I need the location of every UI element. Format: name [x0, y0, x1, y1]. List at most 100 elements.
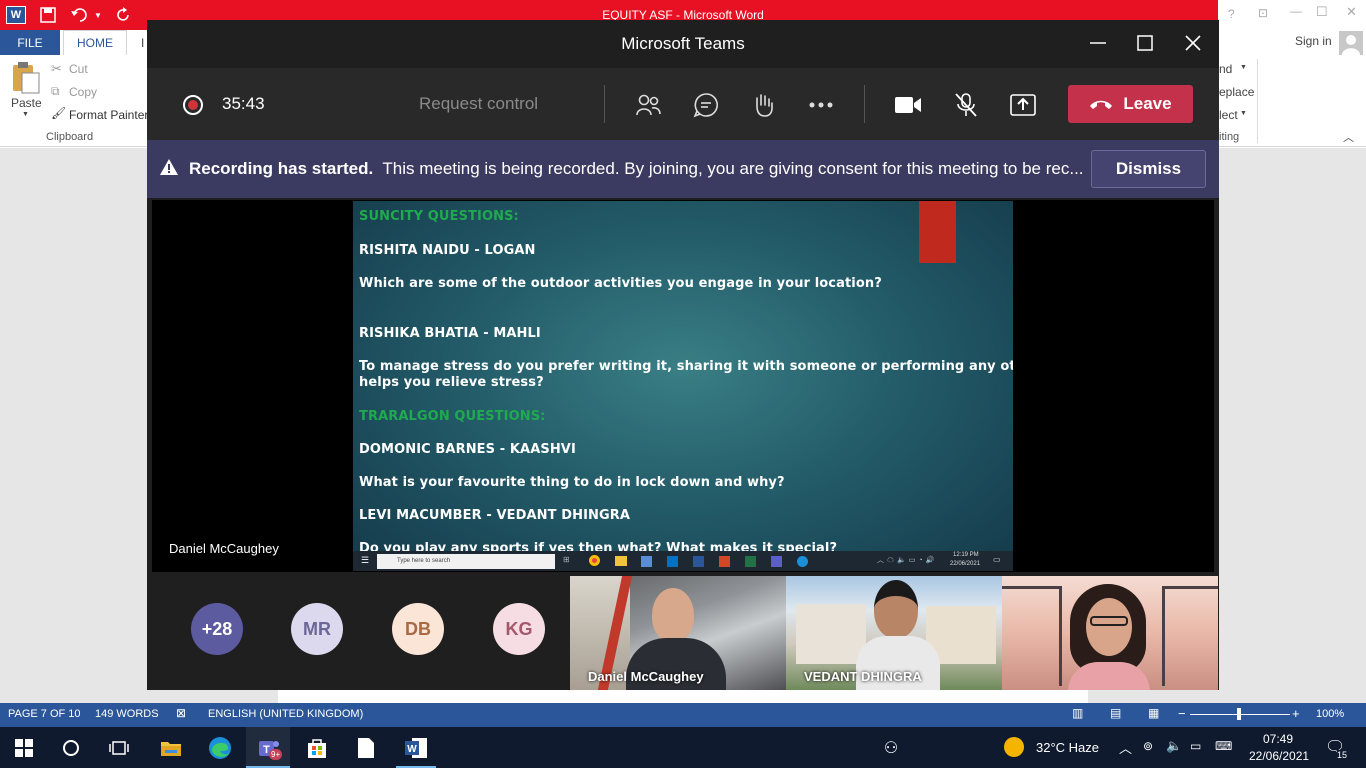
ribbon-display-icon[interactable]: ⊡	[1258, 6, 1268, 20]
shared-text-line: helps you relieve stress?	[359, 375, 544, 390]
proofing-icon[interactable]: ⊠	[176, 706, 186, 720]
page-count[interactable]: PAGE 7 OF 10	[8, 708, 81, 720]
word-taskbar-icon[interactable]: W	[403, 735, 429, 761]
format-painter-button[interactable]: Format Painter	[69, 108, 148, 122]
select-button[interactable]: lect	[1219, 108, 1238, 122]
paste-icon[interactable]	[10, 61, 42, 95]
clock-date[interactable]: 22/06/2021	[1249, 749, 1309, 763]
tab-file[interactable]: FILE	[0, 30, 60, 55]
battery-icon[interactable]: ▭	[1190, 739, 1201, 753]
action-center-icon[interactable]: 🗨	[1325, 737, 1345, 757]
document-icon[interactable]	[353, 735, 379, 761]
shared-text-line: Which are some of the outdoor activities…	[359, 276, 882, 291]
participants-icon[interactable]	[633, 90, 663, 120]
meet-now-icon[interactable]: ⊚	[1143, 739, 1153, 753]
minimize-icon[interactable]: —	[1290, 4, 1302, 18]
tab-home[interactable]: HOME	[63, 30, 127, 55]
recording-icon	[183, 95, 203, 115]
replace-button[interactable]: eplace	[1219, 85, 1254, 99]
print-layout-icon[interactable]: ▤	[1110, 706, 1121, 720]
find-dropdown-icon[interactable]: ▼	[1240, 64, 1247, 71]
edge-icon[interactable]	[207, 735, 233, 761]
teams-minimize-icon[interactable]	[1089, 34, 1107, 52]
teams-close-icon[interactable]	[1184, 34, 1202, 52]
participant-body	[1068, 662, 1150, 690]
user-avatar-icon[interactable]	[1339, 31, 1363, 55]
paste-dropdown-icon[interactable]: ▼	[22, 111, 29, 118]
presenter-name: Daniel McCaughey	[169, 541, 279, 556]
chat-icon[interactable]	[691, 90, 721, 120]
shared-start-icon: ☰	[361, 555, 370, 565]
task-view-icon[interactable]	[106, 735, 132, 761]
zoom-level[interactable]: 100%	[1316, 708, 1344, 720]
zoom-slider-thumb[interactable]	[1237, 708, 1241, 720]
file-explorer-icon[interactable]	[158, 735, 184, 761]
find-button[interactable]: nd	[1219, 62, 1232, 76]
svg-text:W: W	[407, 744, 417, 755]
close-icon[interactable]: ✕	[1346, 4, 1357, 20]
cut-icon[interactable]: ✂	[51, 61, 62, 77]
teams-maximize-icon[interactable]	[1137, 35, 1153, 51]
sign-in-link[interactable]: Sign in	[1295, 34, 1332, 48]
more-options-icon[interactable]	[806, 90, 836, 120]
shared-excel-icon	[745, 556, 756, 567]
shared-taskbar: ☰ Type here to search ⊞ ︿☁🔈▭◔🔊 12:19 PM …	[353, 551, 1013, 571]
participant-avatar[interactable]: KG	[493, 603, 545, 655]
read-mode-icon[interactable]: ▥	[1072, 706, 1083, 720]
raise-hand-icon[interactable]	[749, 90, 779, 120]
video-tile-vedant[interactable]: VEDANT DHINGRA	[786, 576, 1002, 690]
overflow-participants-button[interactable]: +28	[191, 603, 243, 655]
dismiss-button[interactable]: Dismiss	[1091, 150, 1206, 188]
video-background-building	[796, 604, 866, 664]
share-screen-icon[interactable]	[1008, 90, 1038, 120]
shared-screen[interactable]: SUNCITY QUESTIONS: RISHITA NAIDU - LOGAN W…	[353, 201, 1013, 571]
notification-count: 15	[1337, 750, 1348, 760]
mic-muted-icon[interactable]	[951, 90, 981, 120]
teams-active-bg	[246, 727, 290, 766]
language-indicator[interactable]: ENGLISH (UNITED KINGDOM)	[208, 708, 363, 720]
weather-icon[interactable]	[1004, 737, 1024, 757]
participant-head	[1086, 598, 1132, 656]
zoom-in-button[interactable]: +	[1292, 706, 1300, 721]
help-icon[interactable]: ?	[1228, 7, 1235, 21]
participant-avatar[interactable]: MR	[291, 603, 343, 655]
search-button[interactable]	[58, 735, 84, 761]
tab-insert-partial[interactable]: I	[141, 36, 144, 50]
shared-text-line: TRARALGON QUESTIONS:	[359, 409, 546, 424]
participant-head	[874, 580, 918, 638]
copy-icon[interactable]: ⧉	[51, 84, 60, 99]
recording-message-title: Recording has started.	[189, 159, 374, 178]
camera-icon[interactable]	[893, 90, 923, 120]
weather-text[interactable]: 32°C Haze	[1036, 740, 1099, 755]
web-layout-icon[interactable]: ▦	[1148, 706, 1159, 720]
video-tile-name: VEDANT DHINGRA	[804, 669, 922, 684]
select-dropdown-icon[interactable]: ▼	[1240, 110, 1247, 117]
cut-button[interactable]: Cut	[69, 62, 88, 76]
format-painter-icon[interactable]: 🖌	[51, 106, 66, 120]
leave-button[interactable]: Leave	[1068, 85, 1193, 123]
keyboard-icon[interactable]: ⌨	[1215, 739, 1232, 753]
shared-tray-icons: ︿☁🔈▭◔🔊	[877, 557, 938, 564]
clock-time[interactable]: 07:49	[1263, 732, 1293, 746]
teams-window-title: Microsoft Teams	[621, 34, 745, 53]
word-window-controls-area: ? ⊡ — ☐ ✕	[1218, 0, 1366, 30]
word-count[interactable]: 149 WORDS	[95, 708, 159, 720]
copy-button[interactable]: Copy	[69, 85, 97, 99]
start-button[interactable]	[11, 735, 37, 761]
people-icon[interactable]: ⚇	[878, 735, 904, 761]
clipboard-group-label: Clipboard	[46, 131, 94, 143]
store-icon[interactable]	[304, 735, 330, 761]
shared-search-box: Type here to search	[377, 554, 555, 569]
show-hidden-icons[interactable]: ︿	[1119, 738, 1132, 757]
zoom-out-button[interactable]: −	[1178, 706, 1186, 721]
maximize-icon[interactable]: ☐	[1316, 4, 1328, 20]
paste-button[interactable]: Paste	[11, 96, 42, 110]
collapse-ribbon-icon[interactable]: ︿	[1343, 129, 1354, 145]
shared-outlook-icon	[667, 556, 678, 567]
volume-icon[interactable]: 🔈	[1166, 738, 1182, 754]
video-tile-daniel[interactable]: Daniel McCaughey	[570, 576, 786, 690]
participant-avatar[interactable]: DB	[392, 603, 444, 655]
shared-text-line: What is your favourite thing to do in lo…	[359, 475, 785, 490]
request-control-button[interactable]: Request control	[419, 94, 538, 114]
video-tile-participant[interactable]	[1002, 576, 1218, 690]
